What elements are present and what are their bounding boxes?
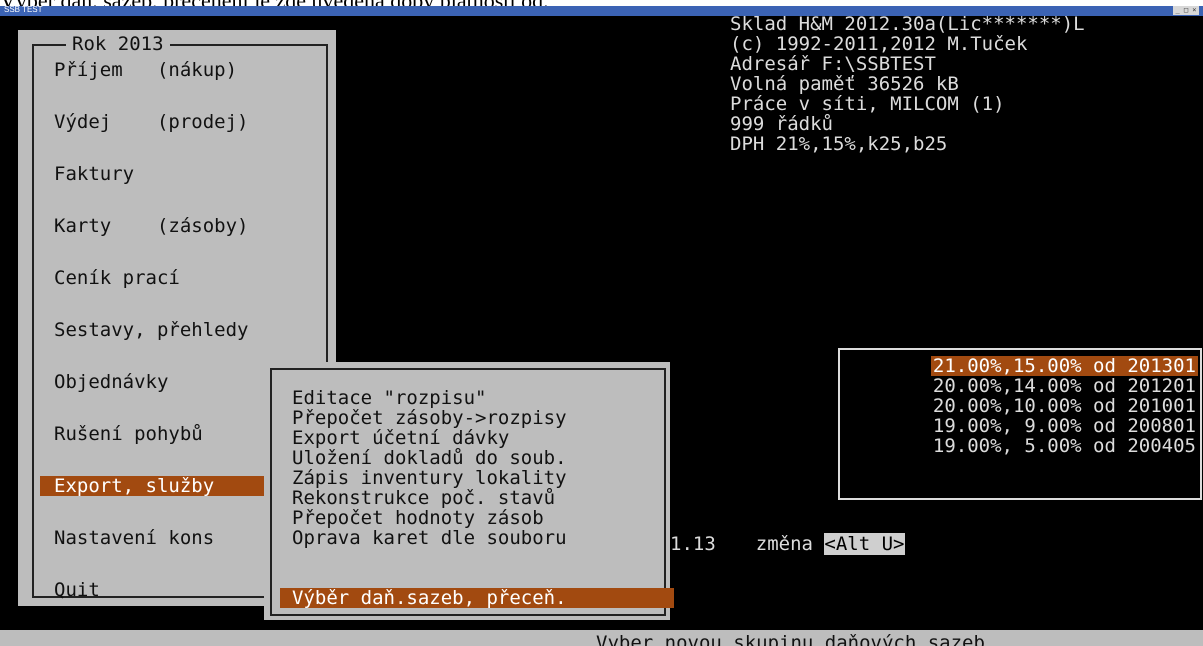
submenu-item[interactable]: Přepočet hodnoty zásob [292,508,544,528]
menu-item-prijem[interactable]: Příjem (nákup) [54,60,237,80]
menu-item-quit[interactable]: Quit [54,580,100,600]
submenu-item[interactable]: Rekonstrukce poč. stavů [292,488,555,508]
hint-key[interactable]: <Alt U> [824,533,905,555]
info-rows: 999 řádků [730,113,833,135]
submenu-item[interactable]: Přepočet zásoby->rozpisy [292,408,567,428]
terminal-screen: Rok 2013 Příjem (nákup) Výdej (prodej) F… [0,13,1203,646]
status-text: Vyber novou skupinu daňových sazeb [596,632,985,646]
submenu-item[interactable]: Editace "rozpisu" [292,388,486,408]
menu-item-nastaveni[interactable]: Nastavení kons [54,528,214,548]
menu-item-cenik[interactable]: Ceník prací [54,268,180,288]
vat-rate-item[interactable]: 20.00%,14.00% od 201201 [931,376,1198,396]
menu-item-objednavky[interactable]: Objednávky [54,372,168,392]
hint-line: 1.13 změna <Alt U> [670,533,905,555]
menu-item-ruseni[interactable]: Rušení pohybů [54,424,203,444]
submenu-item[interactable]: Uložení dokladů do soub. [292,448,567,468]
info-vat: DPH 21%,15%,k25,b25 [730,133,948,155]
info-directory: Adresář F:\SSBTEST [730,53,936,75]
submenu-item[interactable]: Zápis inventury lokality [292,468,567,488]
info-version: Sklad H&M 2012.30a(Lic*******)L [730,13,1085,35]
info-copyright: (c) 1992-2011,2012 M.Tuček [730,33,1028,55]
main-menu-title: Rok 2013 [66,34,170,54]
menu-item-karty[interactable]: Karty (zásoby) [54,216,248,236]
window-title: SSB TEST [4,6,43,14]
info-network: Práce v síti, MILCOM (1) [730,93,1005,115]
vat-rates-list: 21.00%,15.00% od 201301 20.00%,14.00% od… [838,348,1202,500]
hint-date: 1.13 [670,533,716,555]
vat-rate-item[interactable]: 19.00%, 9.00% od 200801 [931,416,1198,436]
vat-rate-item[interactable]: 21.00%,15.00% od 201301 [930,356,1198,376]
menu-item-sestavy[interactable]: Sestavy, přehledy [54,320,248,340]
hint-change: změna [755,533,813,555]
status-bar: Vyber novou skupinu daňových sazeb [0,630,1203,646]
submenu-item[interactable]: Export účetní dávky [292,428,509,448]
menu-item-faktury[interactable]: Faktury [54,164,134,184]
vat-rate-item[interactable]: 19.00%, 5.00% od 200405 [931,436,1198,456]
submenu-item-vat-selection[interactable]: Výběr daň.sazeb, přeceň. [280,588,674,608]
services-submenu: Editace "rozpisu" Přepočet zásoby->rozpi… [264,362,674,620]
vat-rate-item[interactable]: 20.00%,10.00% od 201001 [931,396,1198,416]
info-memory: Volná paměť 36526 kB [730,73,959,95]
terminal-window: SSB TEST _ □ × Rok 2013 Příjem (nákup) V… [0,6,1203,646]
menu-item-vydej[interactable]: Výdej (prodej) [54,112,248,132]
window-controls[interactable]: _ □ × [1173,6,1199,15]
submenu-item[interactable]: Oprava karet dle souboru [292,528,567,548]
